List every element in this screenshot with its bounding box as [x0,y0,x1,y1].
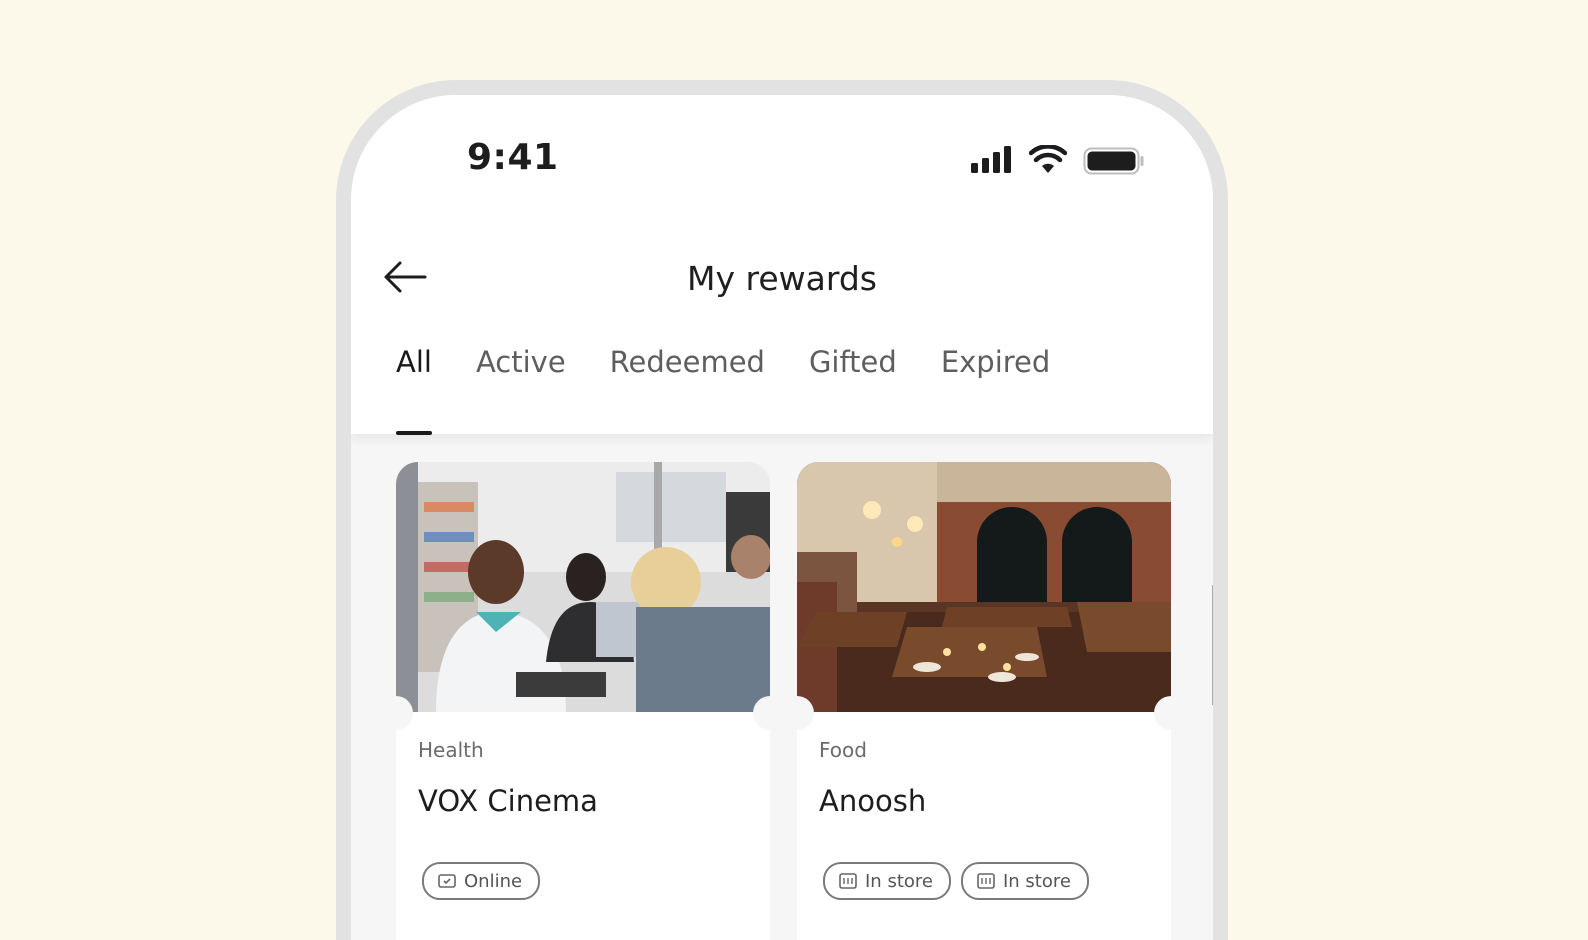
tab-gifted[interactable]: Gifted [809,345,897,435]
pharmacy-photo [396,462,770,712]
tab-all[interactable]: All [396,345,432,435]
channel-tag: Online [422,862,541,900]
wifi-icon [1028,144,1068,179]
restaurant-photo [797,462,1171,712]
tab-expired[interactable]: Expired [941,345,1051,435]
tab-label: All [396,345,432,379]
online-icon [438,874,456,888]
card-title: VOX Cinema [418,784,598,818]
tag-label: Online [464,870,523,892]
card-title: Anoosh [819,784,927,818]
active-tab-indicator [396,431,432,435]
tag-label: In store [865,870,933,892]
tab-label: Redeemed [609,345,765,379]
channel-tag: In store [823,862,951,900]
store-icon [977,873,995,889]
phone-frame: 9:41 My rewards All Active Redeemed Gift… [336,80,1228,940]
card-tags: Online [422,862,550,900]
tab-label: Active [475,345,566,379]
title-bar: My rewards [351,245,1213,315]
signal-icon [971,145,1013,179]
store-icon [839,873,857,889]
tab-bar: All Active Redeemed Gifted Expired [396,345,1094,435]
phone-screen: 9:41 My rewards All Active Redeemed Gift… [351,95,1213,940]
next-card-peek [1212,585,1213,705]
card-category: Food [819,738,867,762]
app-header: 9:41 My rewards All Active Redeemed Gift… [351,95,1213,435]
tab-active[interactable]: Active [476,345,566,435]
status-time: 9:41 [467,137,559,178]
tab-label: Gifted [808,345,897,379]
tag-label: In store [1002,870,1071,892]
card-category: Health [418,738,484,762]
tab-redeemed[interactable]: Redeemed [610,345,765,435]
tab-label: Expired [940,345,1051,379]
reward-card[interactable]: Food Anoosh In store In store [797,462,1171,940]
page-title: My rewards [687,259,877,298]
reward-card[interactable]: Health VOX Cinema Online [396,462,770,940]
battery-icon [1083,147,1145,179]
card-tags: In store In store [823,862,1099,900]
channel-tag: In store [960,862,1089,900]
